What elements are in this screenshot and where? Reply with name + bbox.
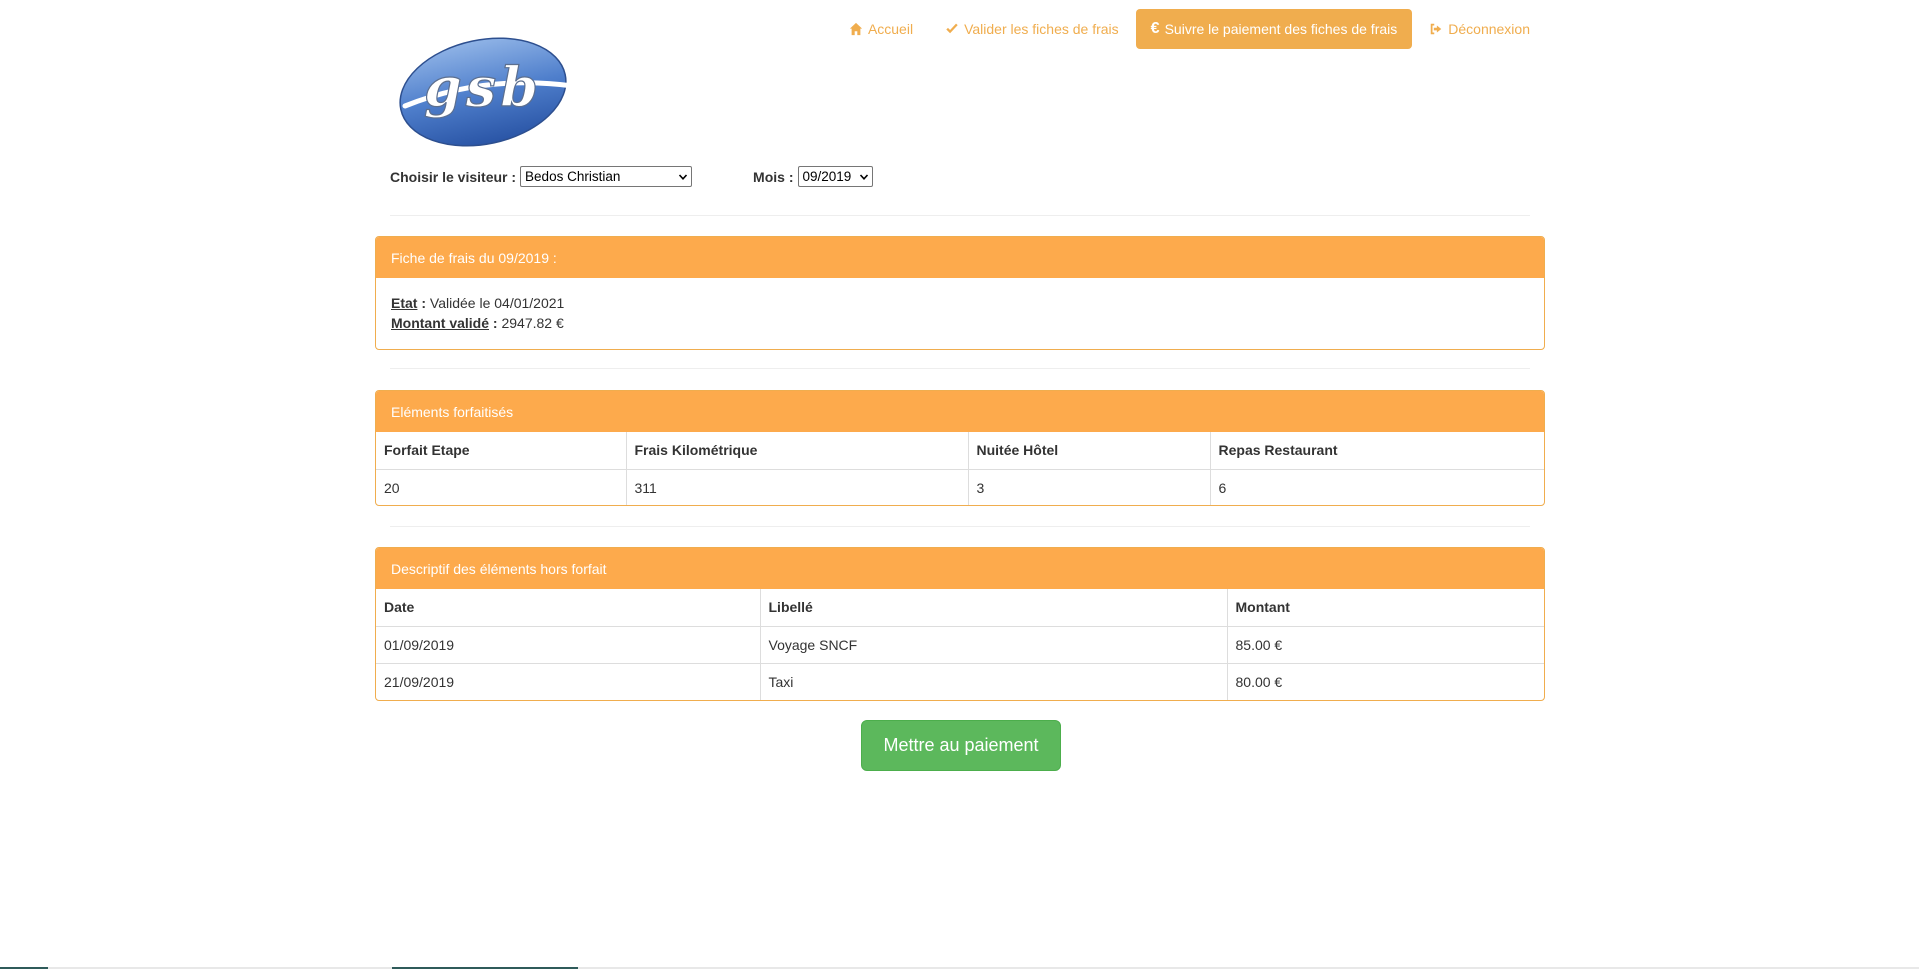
table-header: Nuitée Hôtel: [967, 432, 1210, 470]
fiche-panel-body: Etat : Validée le 04/01/2021 Montant val…: [376, 278, 1544, 348]
nav-suivre-paiement[interactable]: € Suivre le paiement des fiches de frais: [1135, 9, 1413, 49]
forfait-panel-heading: Eléments forfaitisés: [376, 391, 1544, 432]
month-select[interactable]: 09/2019: [797, 166, 873, 187]
fiche-panel: Fiche de frais du 09/2019 : Etat : Valid…: [375, 236, 1545, 350]
forfait-panel: Eléments forfaitisés Forfait Etape Frais…: [375, 390, 1545, 506]
montant-label: Montant validé: [391, 315, 490, 331]
check-icon: [946, 23, 958, 34]
nav-valider[interactable]: Valider les fiches de frais: [930, 9, 1134, 49]
euro-icon: €: [1150, 20, 1160, 37]
divider: [390, 368, 1530, 369]
nav-accueil[interactable]: Accueil: [834, 9, 928, 49]
montant-line: Montant validé : 2947.82 €: [391, 315, 564, 331]
table-cell: 20: [384, 479, 400, 496]
table-cell: Voyage SNCF: [759, 626, 1227, 663]
hors-forfait-table: Date Libellé Montant 01/09/2019 Voyage S…: [376, 589, 1544, 700]
chevron-down-icon: [859, 173, 868, 180]
table-row: 20 311 3 6: [376, 469, 1544, 505]
etat-line: Etat : Validée le 04/01/2021: [391, 295, 565, 311]
nav-label: Valider les fiches de frais: [964, 21, 1119, 37]
logout-icon: [1431, 23, 1442, 35]
hors-forfait-panel-heading: Descriptif des éléments hors forfait: [376, 548, 1544, 589]
divider: [390, 215, 1530, 216]
fiche-panel-heading: Fiche de frais du 09/2019 :: [376, 237, 1544, 278]
etat-value: Validée le 04/01/2021: [429, 295, 565, 311]
nav-label: Accueil: [867, 21, 914, 37]
divider: [390, 526, 1530, 527]
gsb-logo: gsb: [399, 37, 575, 147]
visitor-select[interactable]: Bedos Christian: [520, 166, 693, 187]
month-select-value: 09/2019: [802, 169, 852, 184]
table-cell: Taxi: [759, 662, 1227, 700]
table-cell: 311: [625, 469, 968, 505]
table-cell: 85.00 €: [1226, 626, 1544, 663]
table-header: Repas Restaurant: [1209, 432, 1544, 470]
table-cell: 80.00 €: [1226, 662, 1544, 700]
forfait-table: Forfait Etape Frais Kilométrique Nuitée …: [376, 432, 1544, 505]
table-header: Frais Kilométrique: [625, 432, 968, 470]
table-header: Montant: [1226, 589, 1544, 627]
nav-label: Suivre le paiement des fiches de frais: [1164, 21, 1398, 37]
mettre-au-paiement-button[interactable]: Mettre au paiement: [861, 720, 1061, 771]
month-label: Mois :: [753, 168, 794, 185]
visitor-select-value: Bedos Christian: [525, 169, 621, 184]
montant-value: 2947.82 €: [501, 315, 564, 331]
hors-forfait-panel: Descriptif des éléments hors forfait Dat…: [375, 547, 1545, 701]
table-cell: 01/09/2019: [384, 636, 455, 653]
table-row: 01/09/2019 Voyage SNCF 85.00 €: [376, 626, 1544, 663]
table-header: Forfait Etape: [376, 432, 626, 470]
svg-text:gsb: gsb: [424, 55, 542, 119]
etat-label: Etat: [391, 295, 418, 311]
chevron-down-icon: [678, 173, 688, 180]
selection-form: Choisir le visiteur : Bedos Christian Mo…: [390, 166, 873, 187]
nav-deconnexion[interactable]: Déconnexion: [1414, 9, 1545, 49]
table-cell: 21/09/2019: [376, 662, 760, 700]
nav-label: Déconnexion: [1448, 21, 1530, 37]
home-icon: [849, 22, 863, 36]
visitor-label: Choisir le visiteur :: [390, 168, 517, 185]
table-row: 21/09/2019 Taxi 80.00 €: [376, 662, 1544, 700]
table-header: Date: [376, 589, 760, 627]
top-nav: Accueil Valider les fiches de frais € Su…: [832, 9, 1545, 49]
table-header: Libellé: [759, 589, 1227, 627]
table-cell: 6: [1209, 469, 1544, 505]
table-cell: 3: [967, 469, 1210, 505]
